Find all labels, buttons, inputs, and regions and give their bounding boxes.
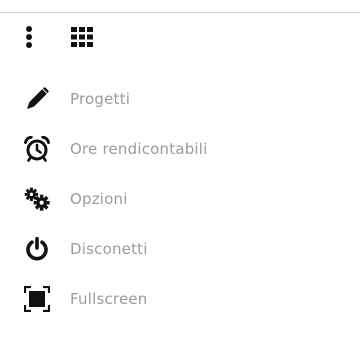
side-menu-panel: Progetti Ore rendicontabili Opzioni Disc… bbox=[0, 0, 360, 340]
menu-item-label: Fullscreen bbox=[70, 290, 148, 308]
menu-item-label: Ore rendicontabili bbox=[70, 140, 208, 158]
apps-grid-button[interactable] bbox=[70, 25, 94, 49]
gears-icon bbox=[24, 186, 50, 212]
apps-grid-icon bbox=[71, 27, 93, 47]
fullscreen-icon bbox=[24, 286, 50, 312]
power-icon bbox=[24, 236, 50, 262]
menu-item-fullscreen[interactable]: Fullscreen bbox=[24, 284, 208, 314]
more-options-button[interactable] bbox=[22, 24, 36, 50]
kebab-vertical-icon bbox=[26, 26, 32, 48]
alarm-clock-icon bbox=[24, 136, 50, 162]
menu-item-label: Opzioni bbox=[70, 190, 128, 208]
main-menu: Progetti Ore rendicontabili Opzioni Disc… bbox=[24, 84, 208, 334]
menu-item-opzioni[interactable]: Opzioni bbox=[24, 184, 208, 214]
menu-item-label: Disconetti bbox=[70, 240, 148, 258]
menu-item-label: Progetti bbox=[70, 90, 131, 108]
menu-item-ore-rendicontabili[interactable]: Ore rendicontabili bbox=[24, 134, 208, 164]
menu-item-progetti[interactable]: Progetti bbox=[24, 84, 208, 114]
pencil-icon bbox=[24, 86, 50, 112]
top-divider bbox=[0, 12, 360, 13]
menu-item-disconetti[interactable]: Disconetti bbox=[24, 234, 208, 264]
menu-toolbar bbox=[22, 24, 94, 50]
